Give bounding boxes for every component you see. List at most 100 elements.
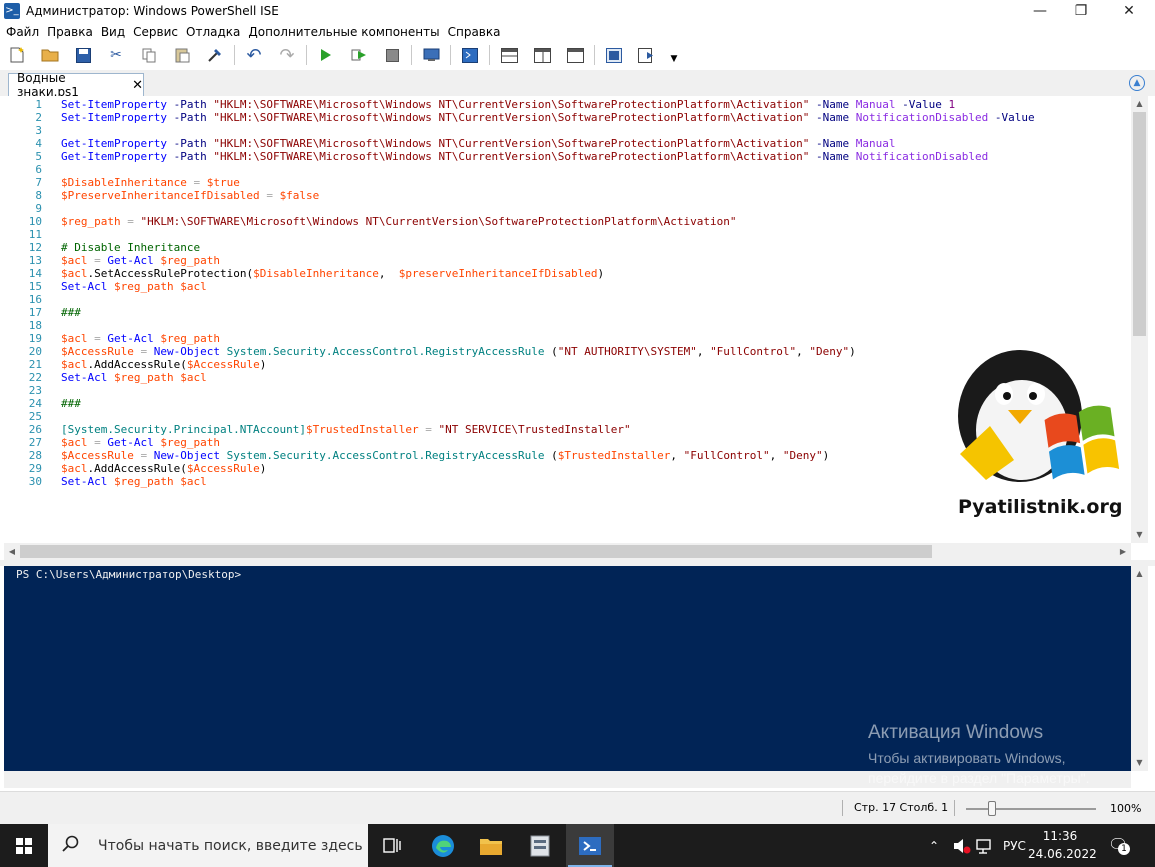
scroll-left-icon[interactable]: ◀ <box>4 543 20 560</box>
code-token: -Name <box>816 137 850 150</box>
server-manager-icon[interactable] <box>516 824 564 867</box>
clear-console-icon[interactable] <box>204 44 226 66</box>
code-token: -Value <box>902 98 942 111</box>
zoom-slider[interactable] <box>966 808 1096 810</box>
minimize-button[interactable]: — <box>1017 0 1063 22</box>
menu-edit[interactable]: Правка <box>45 25 99 39</box>
network-icon[interactable] <box>976 824 994 867</box>
scroll-down-icon[interactable]: ▼ <box>1131 527 1148 543</box>
task-view-icon[interactable] <box>368 824 416 867</box>
redo-icon[interactable]: ↷ <box>276 44 298 66</box>
tab-script[interactable]: Водные знаки.ps1 ✕ <box>8 71 144 99</box>
taskbar-search[interactable]: Чтобы начать поиск, введите здесь <box>48 824 368 867</box>
scroll-down-icon[interactable]: ▼ <box>1131 755 1148 771</box>
code-line[interactable]: $acl.SetAccessRuleProtection($DisableInh… <box>61 267 604 280</box>
start-button[interactable] <box>0 824 48 867</box>
language-indicator[interactable]: РУС <box>1003 824 1026 867</box>
code-line[interactable]: Set-Acl $reg_path $acl <box>61 475 207 488</box>
menu-debug[interactable]: Отладка <box>184 25 246 39</box>
status-bar: Стр. 17 Столб. 1 100% <box>0 791 1155 824</box>
code-line[interactable]: $acl = Get-Acl $reg_path <box>61 436 220 449</box>
menu-addons[interactable]: Дополнительные компоненты <box>246 25 445 39</box>
notification-center-icon[interactable]: 🗨1 <box>1108 835 1130 855</box>
code-line[interactable]: ### <box>61 397 81 410</box>
cut-icon[interactable]: ✂ <box>105 44 127 66</box>
show-script-top-icon[interactable] <box>498 44 520 66</box>
start-powershell-icon[interactable] <box>459 44 481 66</box>
stop-icon[interactable] <box>381 44 403 66</box>
code-line[interactable]: $acl.AddAccessRule($AccessRule) <box>61 462 266 475</box>
code-line[interactable]: $reg_path = "HKLM:\SOFTWARE\Microsoft\Wi… <box>61 215 737 228</box>
code-line[interactable]: Set-Acl $reg_path $acl <box>61 280 207 293</box>
scroll-thumb[interactable] <box>20 545 932 558</box>
code-line[interactable]: Set-ItemProperty -Path "HKLM:\SOFTWARE\M… <box>61 111 1035 124</box>
menu-tools[interactable]: Сервис <box>131 25 184 39</box>
toolbar-overflow-icon[interactable]: ▼ <box>669 48 679 70</box>
maximize-button[interactable]: ❐ <box>1058 0 1104 22</box>
status-separator <box>842 800 843 816</box>
code-line[interactable]: $acl = Get-Acl $reg_path <box>61 332 220 345</box>
edge-browser-icon[interactable] <box>419 824 467 867</box>
zoom-slider-thumb[interactable] <box>988 801 996 816</box>
code-line[interactable]: # Disable Inheritance <box>61 241 200 254</box>
code-line[interactable]: $DisableInheritance = $true <box>61 176 240 189</box>
file-explorer-icon[interactable] <box>467 824 515 867</box>
run-script-icon[interactable] <box>315 44 337 66</box>
code-line[interactable]: Get-ItemProperty -Path "HKLM:\SOFTWARE\M… <box>61 150 988 163</box>
code-token: NotificationDisabled <box>855 111 989 124</box>
code-token: $TrustedInstaller <box>306 423 419 436</box>
system-clock[interactable]: 11:36 24.06.2022 <box>1028 827 1097 863</box>
code-token: ) <box>259 462 267 475</box>
close-window-button[interactable]: ✕ <box>1106 0 1152 22</box>
tab-close-icon[interactable]: ✕ <box>132 78 143 93</box>
code-line[interactable]: $acl.AddAccessRule($AccessRule) <box>61 358 266 371</box>
code-line[interactable]: Get-ItemProperty -Path "HKLM:\SOFTWARE\M… <box>61 137 896 150</box>
code-token: "Deny" <box>809 345 850 358</box>
line-number: 1 <box>35 98 42 111</box>
code-token: Manual <box>855 137 896 150</box>
run-selection-icon[interactable] <box>348 44 370 66</box>
menu-file[interactable]: Файл <box>4 25 45 39</box>
code-token: $true <box>206 176 240 189</box>
code-line[interactable]: [System.Security.Principal.NTAccount]$Tr… <box>61 423 631 436</box>
paste-icon[interactable] <box>171 44 193 66</box>
new-file-icon[interactable] <box>6 44 28 66</box>
show-commands-icon[interactable] <box>603 44 625 66</box>
code-line[interactable]: $AccessRule = New-Object System.Security… <box>61 449 829 462</box>
code-token: $PreserveInheritanceIfDisabled <box>61 189 260 202</box>
code-line[interactable]: $acl = Get-Acl $reg_path <box>61 254 220 267</box>
show-script-maximized-icon[interactable] <box>564 44 586 66</box>
scroll-up-icon[interactable]: ▲ <box>1131 96 1148 112</box>
code-token: .AddAccessRule( <box>87 358 187 371</box>
remote-powershell-icon[interactable] <box>420 44 442 66</box>
show-hidden-icons-icon[interactable]: ⌃ <box>929 824 939 867</box>
code-line[interactable]: ### <box>61 306 81 319</box>
code-line[interactable]: Set-ItemProperty -Path "HKLM:\SOFTWARE\M… <box>61 98 955 111</box>
code-line[interactable]: $PreserveInheritanceIfDisabled = $false <box>61 189 319 202</box>
scroll-right-icon[interactable]: ▶ <box>1115 543 1131 560</box>
save-icon[interactable] <box>72 44 94 66</box>
scroll-up-icon[interactable]: ▲ <box>1131 566 1148 582</box>
code-line[interactable]: $AccessRule = New-Object System.Security… <box>61 345 856 358</box>
menu-help[interactable]: Справка <box>446 25 507 39</box>
code-token: .SetAccessRuleProtection( <box>87 267 254 280</box>
undo-icon[interactable]: ↶ <box>243 44 265 66</box>
console-vertical-scrollbar[interactable]: ▲ ▼ <box>1131 566 1148 771</box>
code-line[interactable]: Set-Acl $reg_path $acl <box>61 371 207 384</box>
powershell-ise-taskbar-icon[interactable] <box>566 824 614 867</box>
volume-muted-icon[interactable] <box>952 824 972 867</box>
show-script-right-icon[interactable] <box>531 44 553 66</box>
copy-icon[interactable] <box>138 44 160 66</box>
menu-view[interactable]: Вид <box>99 25 131 39</box>
collapse-script-pane-icon[interactable]: ▲ <box>1129 75 1145 91</box>
open-folder-icon[interactable] <box>39 44 61 66</box>
show-addon-icon[interactable] <box>636 44 658 66</box>
code-token: "NT AUTHORITY\SYSTEM" <box>557 345 697 358</box>
scroll-thumb[interactable] <box>1133 112 1146 336</box>
editor-horizontal-scrollbar[interactable]: ◀ ▶ <box>4 543 1131 560</box>
editor-vertical-scrollbar[interactable]: ▲ ▼ <box>1131 96 1148 543</box>
